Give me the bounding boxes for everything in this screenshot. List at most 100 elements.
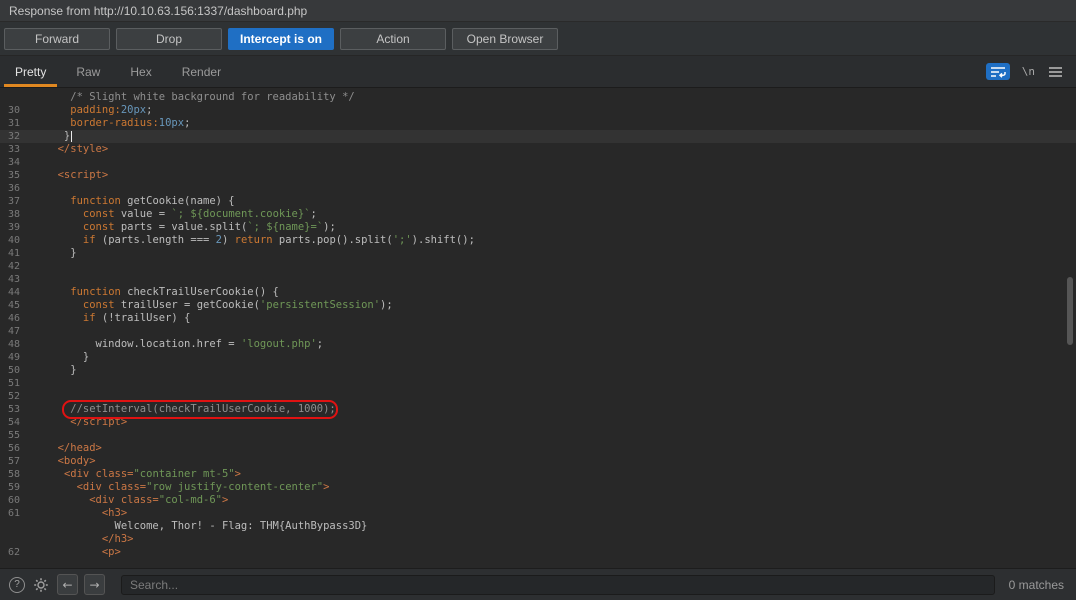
window-title: Response from http://10.10.63.156:1337/d… [9, 4, 307, 18]
code-line: 60 <div class="col-md-6"> [0, 494, 1076, 507]
code-line: 48 window.location.href = 'logout.php'; [0, 338, 1076, 351]
line-number: 37 [0, 195, 20, 208]
editor-options: \n [986, 63, 1064, 80]
code-line: 50 } [0, 364, 1076, 377]
search-input[interactable] [121, 575, 995, 595]
open-browser-button[interactable]: Open Browser [452, 28, 558, 50]
code-line: 51 [0, 377, 1076, 390]
line-number: 57 [0, 455, 20, 468]
line-number: 62 [0, 546, 20, 559]
view-tabbar: Pretty Raw Hex Render \n [0, 56, 1076, 88]
code-line: 54 </script> [0, 416, 1076, 429]
line-number: 52 [0, 390, 20, 403]
line-number: 38 [0, 208, 20, 221]
wrap-toggle-icon[interactable] [986, 63, 1010, 80]
code-line: 44 function checkTrailUserCookie() { [0, 286, 1076, 299]
line-number: 31 [0, 117, 20, 130]
line-number: 41 [0, 247, 20, 260]
code-line: 43 [0, 273, 1076, 286]
code-line: 56 </head> [0, 442, 1076, 455]
line-number: 32 [0, 130, 20, 143]
next-match-button[interactable]: → [84, 574, 105, 595]
code-line: 45 const trailUser = getCookie('persiste… [0, 299, 1076, 312]
code-editor[interactable]: /* Slight white background for readabili… [0, 88, 1076, 568]
code-line: 36 [0, 182, 1076, 195]
code-line: 33 </style> [0, 143, 1076, 156]
code-line: 52 [0, 390, 1076, 403]
line-number: 50 [0, 364, 20, 377]
code-lines: /* Slight white background for readabili… [0, 88, 1076, 559]
intercept-toolbar: Forward Drop Intercept is on Action Open… [0, 22, 1076, 56]
code-line: 31 border-radius:10px; [0, 117, 1076, 130]
code-line: 55 [0, 429, 1076, 442]
code-line: 41 } [0, 247, 1076, 260]
line-number: 53 [0, 403, 20, 416]
line-number: 61 [0, 507, 20, 520]
text-caret [71, 131, 72, 142]
code-line: 59 <div class="row justify-content-cente… [0, 481, 1076, 494]
line-number [0, 520, 20, 533]
menu-icon[interactable] [1047, 65, 1064, 79]
line-number: 44 [0, 286, 20, 299]
settings-gear-icon[interactable] [33, 577, 49, 593]
code-line: 37 function getCookie(name) { [0, 195, 1076, 208]
code-line: 35 <script> [0, 169, 1076, 182]
line-number: 36 [0, 182, 20, 195]
code-line: 30 padding:20px; [0, 104, 1076, 117]
line-number: 30 [0, 104, 20, 117]
line-number: 45 [0, 299, 20, 312]
code-line: 34 [0, 156, 1076, 169]
line-number: 35 [0, 169, 20, 182]
scrollbar-thumb[interactable] [1067, 277, 1073, 345]
code-line: 40 if (parts.length === 2) return parts.… [0, 234, 1076, 247]
code-line: /* Slight white background for readabili… [0, 91, 1076, 104]
line-number: 40 [0, 234, 20, 247]
code-line: 57 <body> [0, 455, 1076, 468]
code-line: 46 if (!trailUser) { [0, 312, 1076, 325]
forward-button[interactable]: Forward [4, 28, 110, 50]
code-line: 38 const value = `; ${document.cookie}`; [0, 208, 1076, 221]
code-line: 58 <div class="container mt-5"> [0, 468, 1076, 481]
prev-match-button[interactable]: ← [57, 574, 78, 595]
code-line: 53 //setInterval(checkTrailUserCookie, 1… [0, 403, 1076, 416]
line-number [0, 91, 20, 104]
line-number: 51 [0, 377, 20, 390]
tab-hex[interactable]: Hex [115, 56, 166, 87]
match-count: 0 matches [1009, 578, 1064, 592]
line-number: 59 [0, 481, 20, 494]
line-number: 43 [0, 273, 20, 286]
line-number: 58 [0, 468, 20, 481]
line-number: 34 [0, 156, 20, 169]
code-line: 49 } [0, 351, 1076, 364]
code-line: 42 [0, 260, 1076, 273]
line-number: 39 [0, 221, 20, 234]
line-number: 48 [0, 338, 20, 351]
tab-pretty[interactable]: Pretty [0, 56, 61, 87]
newline-toggle-icon[interactable]: \n [1022, 65, 1035, 78]
help-icon[interactable]: ? [9, 577, 25, 593]
line-number [0, 533, 20, 546]
search-bar: ? ← → 0 matches [0, 568, 1076, 600]
line-number: 60 [0, 494, 20, 507]
line-number: 55 [0, 429, 20, 442]
code-line: </h3> [0, 533, 1076, 546]
drop-button[interactable]: Drop [116, 28, 222, 50]
code-line: 47 [0, 325, 1076, 338]
code-line: 62 <p> [0, 546, 1076, 559]
line-number: 47 [0, 325, 20, 338]
line-number: 49 [0, 351, 20, 364]
code-line: 61 <h3> [0, 507, 1076, 520]
titlebar: Response from http://10.10.63.156:1337/d… [0, 0, 1076, 22]
tab-render[interactable]: Render [167, 56, 236, 87]
code-line: 32 } [0, 130, 1076, 143]
tab-raw[interactable]: Raw [61, 56, 115, 87]
line-number: 46 [0, 312, 20, 325]
intercept-toggle-button[interactable]: Intercept is on [228, 28, 334, 50]
line-number: 56 [0, 442, 20, 455]
line-number: 33 [0, 143, 20, 156]
code-line: 39 const parts = value.split(`; ${name}=… [0, 221, 1076, 234]
line-number: 42 [0, 260, 20, 273]
line-number: 54 [0, 416, 20, 429]
action-button[interactable]: Action [340, 28, 446, 50]
code-line: Welcome, Thor! - Flag: THM{AuthBypass3D} [0, 520, 1076, 533]
